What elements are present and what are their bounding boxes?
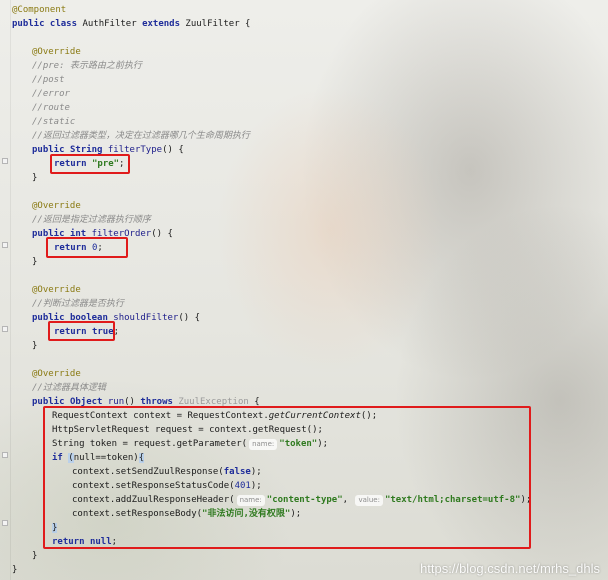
comment: //过滤器具体逻辑 [32, 383, 106, 393]
code-line: //error [32, 87, 70, 101]
punctuation: () { [162, 145, 184, 155]
code-line: } [12, 563, 17, 577]
annotation: @Override [32, 369, 81, 379]
code-line: @Override [32, 367, 81, 381]
code-line: //post [32, 73, 65, 87]
annotation: @Override [32, 47, 81, 57]
code-line: //pre: 表示路由之前执行 [32, 59, 142, 73]
comment: //返回是指定过滤器执行顺序 [32, 215, 151, 225]
code-line: //static [32, 115, 75, 129]
code-line: @Override [32, 283, 81, 297]
punctuation: () { [151, 229, 173, 239]
code-line: public class AuthFilter extends ZuulFilt… [12, 17, 250, 31]
code-line: @Override [32, 45, 81, 59]
annotation: @Override [32, 201, 81, 211]
punctuation: } [32, 551, 38, 561]
punctuation: } [32, 341, 38, 351]
code-line: //返回是指定过滤器执行顺序 [32, 213, 151, 227]
class-name: ZuulFilter { [185, 19, 251, 29]
annotation: @Component [12, 5, 67, 15]
code-line: //route [32, 101, 70, 115]
class-name: AuthFilter [82, 19, 143, 29]
code-line: //返回过滤器类型，决定在过滤器哪几个生命周期执行 [32, 129, 250, 143]
comment: //post [32, 75, 65, 85]
code-line: } [32, 549, 37, 563]
watermark-text: https://blog.csdn.net/mrhs_dhls [420, 561, 600, 576]
fold-marker[interactable] [2, 520, 8, 526]
punctuation: } [32, 257, 38, 267]
fold-marker[interactable] [2, 326, 8, 332]
keyword: public class [12, 19, 83, 29]
highlight-box-filter-type-return [50, 154, 130, 174]
comment: //static [32, 117, 76, 127]
keyword: extends [142, 19, 186, 29]
comment: //返回过滤器类型，决定在过滤器哪几个生命周期执行 [32, 131, 250, 141]
code-line: } [32, 171, 37, 185]
comment: //route [32, 103, 70, 113]
highlight-box-should-filter-return [48, 321, 115, 341]
code-line: //过滤器具体逻辑 [32, 381, 106, 395]
fold-marker[interactable] [2, 242, 8, 248]
annotation: @Override [32, 285, 81, 295]
punctuation: } [12, 565, 18, 575]
punctuation: } [32, 173, 38, 183]
code-line: } [32, 255, 37, 269]
highlight-box-filter-order-return [46, 237, 128, 258]
comment: //pre: 表示路由之前执行 [32, 61, 142, 71]
method-name: shouldFilter [113, 313, 179, 323]
fold-marker[interactable] [2, 158, 8, 164]
code-line: @Override [32, 199, 81, 213]
comment: //error [32, 89, 70, 99]
fold-marker[interactable] [2, 452, 8, 458]
editor-gutter[interactable] [0, 0, 11, 580]
code-line: @Component [12, 3, 66, 17]
code-line: } [32, 339, 37, 353]
highlight-box-run-body [43, 406, 531, 549]
punctuation: () { [178, 313, 201, 323]
code-line: //判断过滤器是否执行 [32, 297, 124, 311]
comment: //判断过滤器是否执行 [32, 299, 124, 309]
